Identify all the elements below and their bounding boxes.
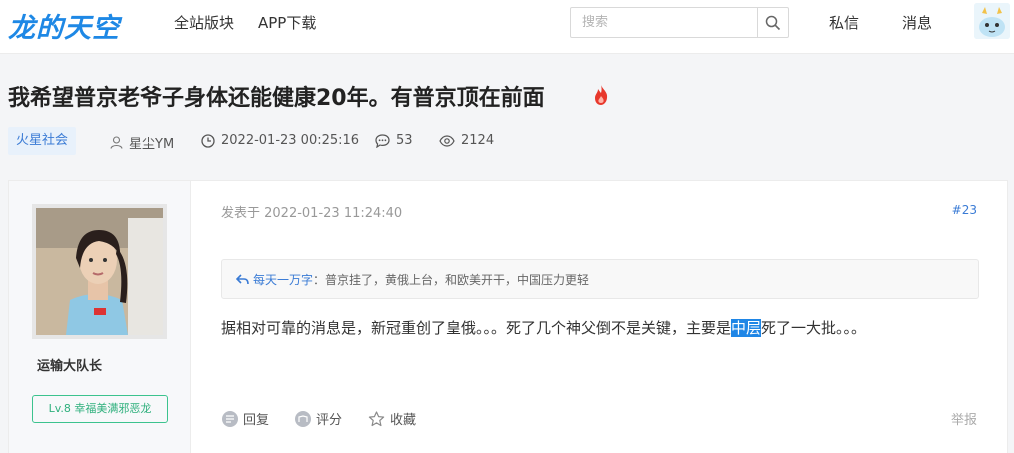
post-author-name[interactable]: 运输大队长 [37, 355, 102, 374]
floor-number-link[interactable]: #23 [952, 203, 977, 217]
reply-arrow-icon [236, 273, 249, 284]
clock-icon [201, 133, 215, 148]
reply-label: 回复 [243, 413, 270, 428]
quote-text: 普京挂了，黄俄上台，和欧美开干，中国压力更轻 [325, 272, 590, 287]
user-avatar[interactable] [974, 3, 1010, 39]
author-avatar[interactable] [32, 204, 167, 339]
favorite-label: 收藏 [390, 413, 417, 428]
thread-datetime-text: 2022-01-23 00:25:16 [221, 133, 360, 148]
private-message-link[interactable]: 私信 [829, 12, 859, 33]
reply-button[interactable]: 回复 [222, 409, 269, 428]
quote-block: 每天一万字 ： 普京挂了，黄俄上台，和欧美开干，中国压力更轻 [221, 259, 979, 299]
post-card: 运输大队长 Lv.8 幸福美满邪恶龙 发表于 2022-01-23 11:24:… [8, 180, 1008, 453]
search-button[interactable] [757, 8, 788, 37]
post-body-highlight: 中层 [731, 319, 762, 337]
comment-count: 53 [375, 133, 413, 148]
eye-icon [439, 134, 455, 147]
top-nav-bar: 龙的天空 全站版块 APP下载 私信 消息 [0, 0, 1014, 54]
view-count: 2124 [439, 133, 494, 148]
thread-author[interactable]: 星尘YM [110, 133, 174, 152]
comment-count-text: 53 [396, 133, 413, 148]
post-body-text-after: 死了一大批。。。 [761, 319, 867, 337]
thread-meta: 火星社会 星尘YM 2022-01-23 00:25:16 53 2124 [0, 127, 1014, 157]
author-photo-image [36, 208, 163, 335]
thread-title: 我希望普京老爷子身体还能健康20年。有普京顶在前面 [8, 86, 545, 111]
fire-icon [595, 85, 608, 105]
search-icon [765, 15, 781, 30]
nav-all-boards[interactable]: 全站版块 [174, 12, 234, 33]
quote-author[interactable]: 每天一万字 [253, 271, 313, 288]
site-logo[interactable]: 龙的天空 [8, 6, 120, 45]
star-icon [368, 410, 385, 426]
rate-button[interactable]: 评分 [295, 409, 342, 428]
author-sidebar: 运输大队长 Lv.8 幸福美满邪恶龙 [9, 181, 191, 453]
thread-author-name: 星尘YM [129, 137, 175, 152]
nav-app-download[interactable]: APP下载 [258, 12, 316, 33]
category-tag[interactable]: 火星社会 [8, 127, 77, 155]
reply-icon [222, 410, 238, 427]
search-box [570, 7, 789, 38]
rate-icon [295, 410, 311, 427]
dragon-avatar-icon [974, 3, 1010, 39]
user-icon [110, 136, 123, 149]
comment-icon [375, 133, 390, 148]
post-date: 发表于 2022-01-23 11:24:40 [221, 206, 403, 221]
quote-separator: ： [313, 272, 326, 287]
search-input[interactable] [571, 8, 757, 37]
messages-link[interactable]: 消息 [902, 12, 932, 33]
view-count-text: 2124 [461, 133, 495, 148]
level-badge: Lv.8 幸福美满邪恶龙 [32, 395, 168, 423]
favorite-button[interactable]: 收藏 [368, 409, 416, 428]
post-body: 据相对可靠的消息是，新冠重创了皇俄。。。死了几个神父倒不是关键，主要是中层死了一… [221, 317, 866, 338]
post-body-text-before: 据相对可靠的消息是，新冠重创了皇俄。。。死了几个神父倒不是关键，主要是 [221, 319, 732, 337]
rate-label: 评分 [316, 413, 343, 428]
report-button[interactable]: 举报 [951, 409, 977, 428]
thread-datetime: 2022-01-23 00:25:16 [201, 133, 359, 148]
